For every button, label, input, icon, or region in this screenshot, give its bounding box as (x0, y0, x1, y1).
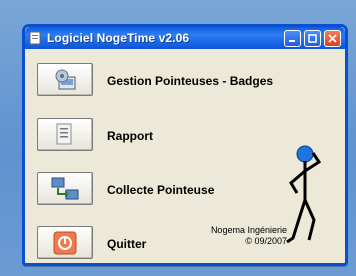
quitter-label[interactable]: Quitter (107, 237, 146, 251)
gestion-pointeuses-label[interactable]: Gestion Pointeuses - Badges (107, 74, 273, 88)
collecte-pointeuse-button[interactable] (37, 172, 93, 205)
title-bar[interactable]: Logiciel NogeTime v2.06 (25, 27, 345, 49)
report-icon (56, 123, 72, 144)
minimize-icon (289, 39, 295, 42)
stick-figure-logo (286, 145, 322, 244)
main-panel: Gestion Pointeuses - Badges Rapport Coll… (25, 49, 345, 263)
collecte-pointeuse-label[interactable]: Collecte Pointeuse (107, 183, 214, 197)
badge-management-icon (55, 69, 76, 89)
footer-credits: Nogema Ingénierie © 09/2007 (211, 225, 287, 247)
app-icon (29, 31, 41, 45)
network-collect-icon (51, 177, 79, 199)
maximize-button[interactable] (304, 29, 321, 47)
close-icon (328, 33, 337, 43)
rapport-label[interactable]: Rapport (107, 129, 153, 143)
maximize-icon (308, 33, 317, 43)
company-name: Nogema Ingénierie (210, 225, 287, 235)
close-button[interactable] (324, 29, 341, 47)
rapport-button[interactable] (37, 118, 93, 151)
app-window: Logiciel NogeTime v2.06 Gestion Pointeus… (22, 24, 348, 266)
minimize-button[interactable] (284, 29, 301, 47)
gestion-pointeuses-button[interactable] (37, 63, 93, 96)
window-title: Logiciel NogeTime v2.06 (47, 31, 190, 45)
copyright: © 09/2007 (245, 236, 287, 246)
window-controls (284, 29, 341, 47)
quitter-button[interactable] (37, 226, 93, 259)
power-icon (53, 231, 77, 254)
